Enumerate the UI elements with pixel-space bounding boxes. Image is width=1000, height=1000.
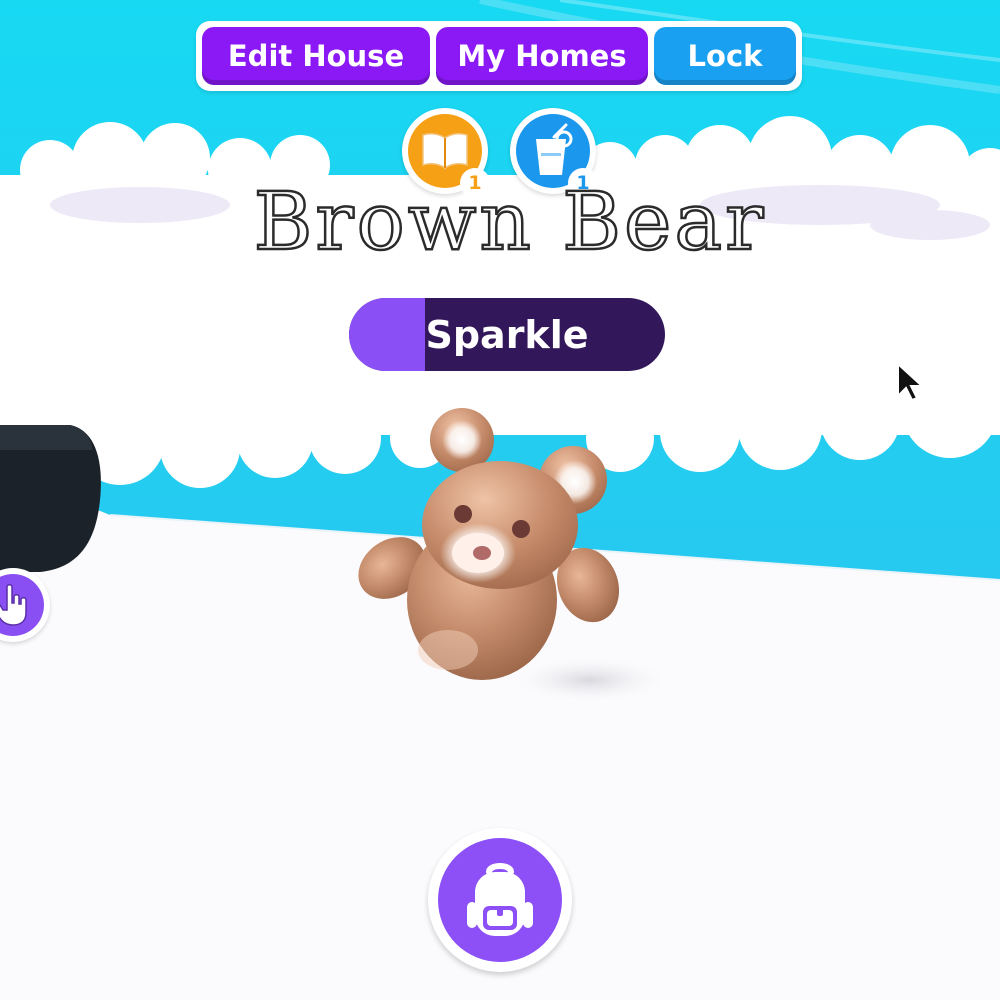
edit-house-button[interactable]: Edit House bbox=[202, 27, 430, 85]
backpack-button[interactable] bbox=[428, 828, 572, 972]
hand-pointer-icon bbox=[0, 584, 27, 626]
drink-icon bbox=[536, 123, 573, 175]
book-icon bbox=[422, 133, 468, 170]
pet-tag-pill: Sparkle bbox=[349, 298, 665, 371]
my-homes-button[interactable]: My Homes bbox=[436, 27, 648, 85]
pet-name-label: Brown Bear bbox=[252, 175, 767, 268]
lock-button[interactable]: Lock bbox=[654, 27, 796, 85]
house-toolbar: Edit House My Homes Lock bbox=[196, 21, 802, 91]
mouse-cursor-icon bbox=[897, 362, 925, 402]
pet-tag-label: Sparkle bbox=[425, 312, 589, 357]
backpack-icon bbox=[467, 863, 533, 936]
